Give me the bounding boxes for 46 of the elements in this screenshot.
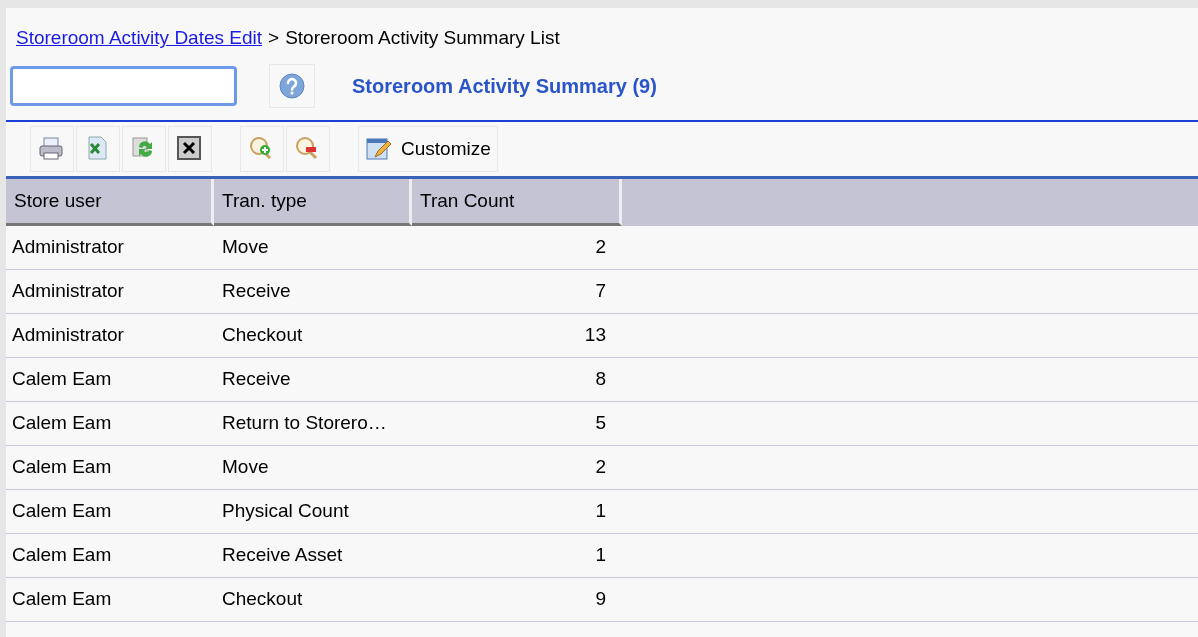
- table-cell-text: Administrator: [11, 279, 125, 304]
- table-cell-text: 13: [583, 323, 607, 348]
- column-header[interactable]: Store user: [6, 179, 214, 226]
- table-cell-text: Administrator: [11, 323, 125, 348]
- table-cell-text: Receive Asset: [221, 543, 344, 568]
- table-cell-text: 9: [594, 587, 607, 612]
- table-cell-text: Move: [221, 455, 270, 480]
- print-icon: [38, 135, 66, 163]
- breadcrumb-current: Storeroom Activity Summary List: [285, 26, 560, 51]
- close-icon: [176, 135, 204, 163]
- table-cell-text: Calem Eam: [11, 367, 113, 392]
- table-cell-text: Return to Storero…: [221, 411, 388, 436]
- delete-button[interactable]: [168, 126, 212, 172]
- help-button[interactable]: [269, 64, 315, 108]
- table-cell-text: Calem Eam: [11, 543, 113, 568]
- table-cell-text: 5: [594, 411, 607, 436]
- table-cell-text: Receive: [221, 279, 292, 304]
- zoom-in-button[interactable]: [240, 126, 284, 172]
- table-cell-text: Administrator: [11, 235, 125, 260]
- breadcrumb-link[interactable]: Storeroom Activity Dates Edit: [16, 24, 263, 53]
- table-cell-text: Calem Eam: [11, 587, 113, 612]
- column-header[interactable]: Tran. type: [214, 179, 412, 226]
- table-cell-text: 8: [594, 367, 607, 392]
- list-title: Storeroom Activity Summary (9): [352, 74, 657, 99]
- breadcrumb-separator: >: [268, 26, 280, 51]
- search-field[interactable]: [10, 66, 237, 106]
- table-cell-text: Checkout: [221, 323, 304, 348]
- table-cell-text: 2: [594, 235, 607, 260]
- edit-form-icon: [365, 135, 393, 163]
- help-icon: [279, 73, 305, 99]
- table-cell-text: Checkout: [221, 587, 304, 612]
- export-button[interactable]: [76, 126, 120, 172]
- table-cell-text: Calem Eam: [11, 411, 113, 436]
- table-cell-text: Calem Eam: [11, 499, 113, 524]
- print-button[interactable]: [30, 126, 74, 172]
- table-cell-text: Receive: [221, 367, 292, 392]
- zoom-out-button[interactable]: [286, 126, 330, 172]
- table-cell-text: Physical Count: [221, 499, 350, 524]
- table-cell-text: 2: [594, 455, 607, 480]
- column-header[interactable]: Tran Count: [412, 179, 622, 226]
- table-cell-text: Calem Eam: [11, 455, 113, 480]
- table-cell-text: 1: [594, 543, 607, 568]
- customize-button[interactable]: Customize: [358, 126, 498, 172]
- table-cell-text: Move: [221, 235, 270, 260]
- table-cell-text: 1: [594, 499, 607, 524]
- table-cell-text: 7: [594, 279, 607, 304]
